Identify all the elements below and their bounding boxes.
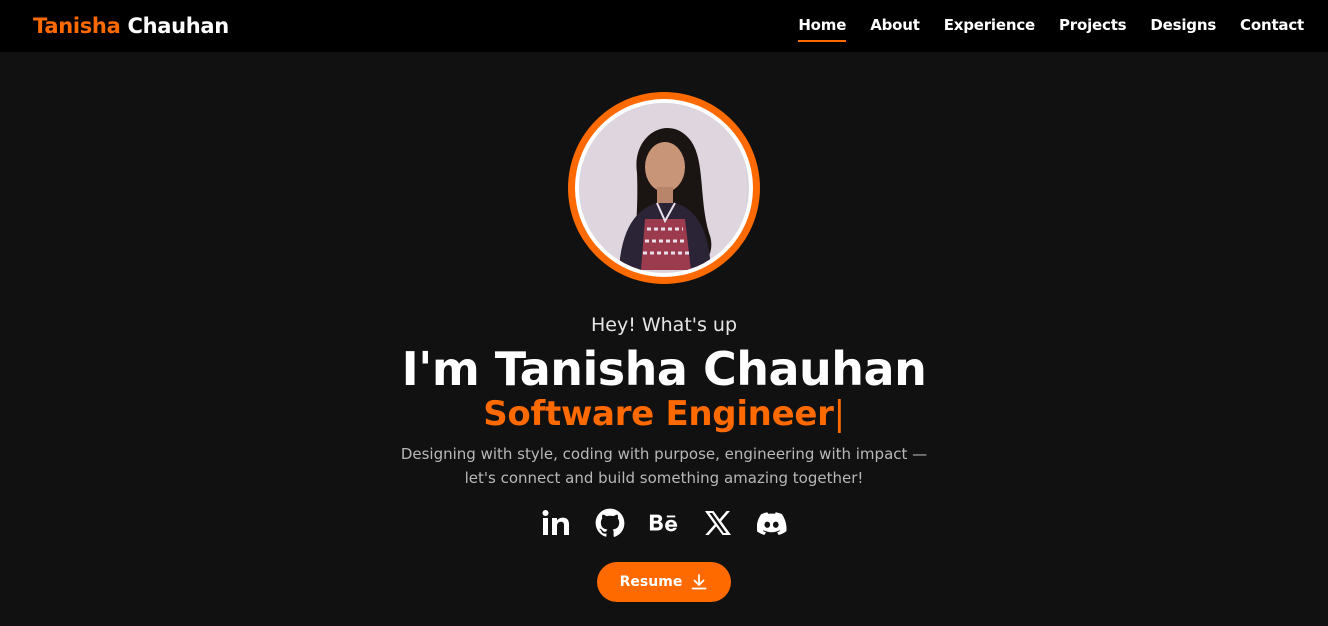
nav-designs[interactable]: Designs xyxy=(1150,10,1216,42)
tagline: Designing with style, coding with purpos… xyxy=(400,445,928,487)
role-text: Software Engineer xyxy=(483,394,834,434)
brand-logo[interactable]: Tanisha Chauhan xyxy=(33,14,229,38)
resume-button[interactable]: Resume xyxy=(597,562,731,602)
avatar xyxy=(568,92,760,284)
x-icon[interactable] xyxy=(703,508,733,538)
nav-contact[interactable]: Contact xyxy=(1240,10,1304,42)
avatar-frame xyxy=(575,99,753,277)
nav-experience[interactable]: Experience xyxy=(944,10,1035,42)
navbar: Tanisha Chauhan Home About Experience Pr… xyxy=(0,0,1328,52)
behance-icon[interactable] xyxy=(649,508,679,538)
typing-caret: | xyxy=(833,394,845,434)
nav-projects[interactable]: Projects xyxy=(1059,10,1127,42)
brand-first-name: Tanisha xyxy=(33,14,121,38)
social-links xyxy=(541,508,787,538)
resume-label: Resume xyxy=(619,574,683,590)
profile-photo xyxy=(579,103,749,273)
github-icon[interactable] xyxy=(595,508,625,538)
nav-links: Home About Experience Projects Designs C… xyxy=(774,10,1304,42)
linkedin-icon[interactable] xyxy=(541,508,571,538)
nav-about[interactable]: About xyxy=(870,10,920,42)
download-icon xyxy=(691,574,707,590)
brand-last-name: Chauhan xyxy=(127,14,229,38)
profile-photo-illustration xyxy=(579,103,746,270)
page-title: I'm Tanisha Chauhan xyxy=(401,342,927,396)
hero-section: Hey! What's up I'm Tanisha Chauhan Softw… xyxy=(0,52,1328,626)
nav-home[interactable]: Home xyxy=(798,10,846,42)
greeting-text: Hey! What's up xyxy=(590,314,738,336)
role-typewriter: Software Engineer| xyxy=(483,394,845,434)
discord-icon[interactable] xyxy=(757,508,787,538)
